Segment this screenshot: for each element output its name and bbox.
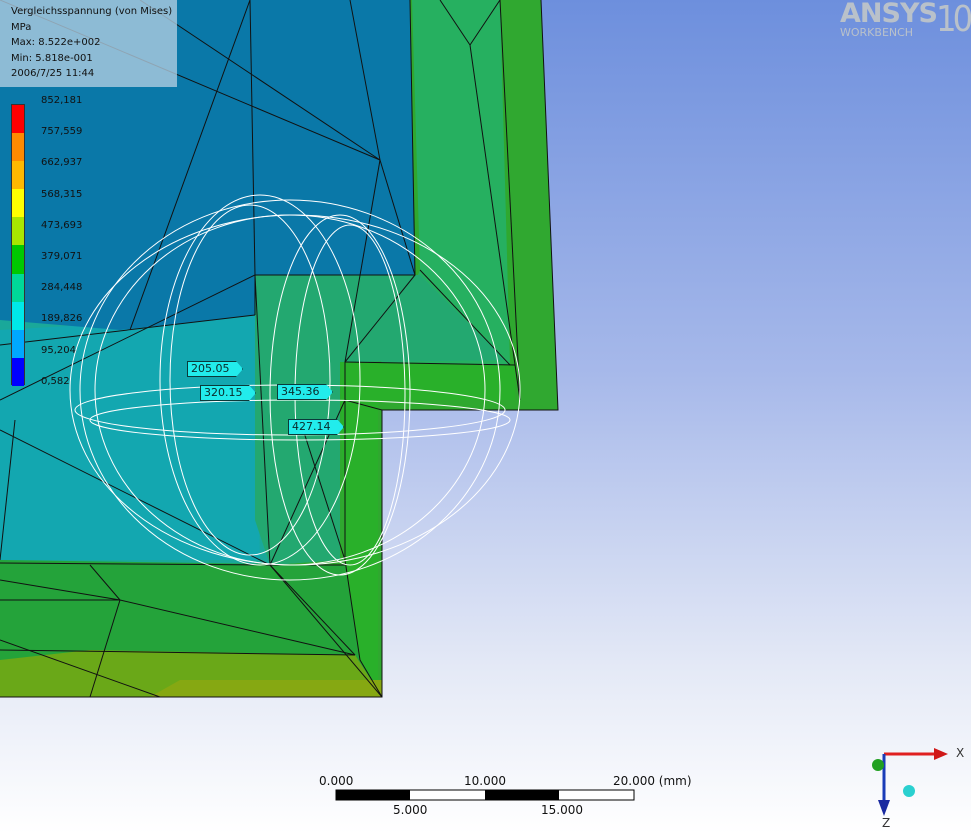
legend-swatch	[12, 133, 24, 162]
result-max: Max: 8.522e+002	[11, 37, 101, 48]
logo-version: 10.0	[936, 0, 971, 40]
legend-swatch	[12, 357, 24, 386]
probe-label[interactable]: 320.15	[200, 385, 256, 401]
scale-label-top: 0.000	[319, 774, 354, 788]
scale-label-top: 20.000 (mm)	[613, 774, 692, 788]
legend-swatch	[12, 105, 24, 134]
probe-label[interactable]: 427.14	[288, 419, 344, 435]
x-axis-arrow	[934, 748, 948, 760]
x-axis-label: X	[956, 746, 965, 760]
y-axis-ball	[872, 759, 884, 771]
ansys-workbench-logo: ANSYS WORKBENCH 10.0	[840, 0, 971, 41]
z-axis-arrow	[878, 800, 890, 816]
probe-label[interactable]: 205.05	[187, 361, 243, 377]
scale-bar-graphic	[335, 789, 635, 801]
scale-label-bottom: 15.000	[541, 803, 583, 817]
legend-tick-label: 473,693	[41, 219, 83, 231]
legend-tick-label: 379,071	[41, 251, 83, 262]
legend-tick-label: 757,559	[41, 126, 83, 138]
result-title: Vergleichsspannung (von Mises)	[11, 6, 173, 17]
legend-tick-label: 852,181	[41, 95, 83, 106]
legend-swatch	[12, 273, 24, 302]
result-unit: MPa	[11, 21, 32, 33]
result-min: Min: 5.818e-001	[11, 52, 93, 64]
legend-tick-label: 95,204	[41, 344, 76, 356]
result-info-panel: Vergleichsspannung (von Mises) MPa Max: …	[0, 0, 177, 87]
legend-tick-label: 662,937	[41, 157, 83, 169]
legend-swatch	[12, 329, 24, 358]
coordinate-triad[interactable]: X Z	[860, 740, 971, 834]
scale-label-top: 10.000	[464, 774, 506, 788]
legend-tick-label: 0,582	[41, 375, 70, 387]
color-legend-bar	[11, 104, 25, 386]
legend-swatch	[12, 301, 24, 330]
legend-swatch	[12, 245, 24, 274]
scale-bar: 0.000 10.000 20.000 (mm) 5.000 15.000	[300, 772, 720, 822]
legend-tick-label: 284,448	[41, 282, 83, 294]
legend-swatch	[12, 217, 24, 246]
legend-tick-label: 568,315	[41, 188, 83, 200]
legend-tick-label: 189,826	[41, 313, 83, 325]
legend-swatch	[12, 189, 24, 218]
z-axis-label: Z	[882, 816, 891, 830]
result-timestamp: 2006/7/25 11:44	[11, 68, 95, 79]
graphics-viewport[interactable]: Vergleichsspannung (von Mises) MPa Max: …	[0, 0, 971, 834]
fem-model-contour[interactable]	[0, 0, 971, 834]
origin-sphere	[903, 785, 915, 797]
scale-label-bottom: 5.000	[393, 803, 428, 817]
olive-strip-2	[150, 680, 382, 697]
cyan-region	[0, 315, 260, 560]
legend-swatch	[12, 161, 24, 190]
probe-label[interactable]: 345.36	[277, 384, 333, 400]
